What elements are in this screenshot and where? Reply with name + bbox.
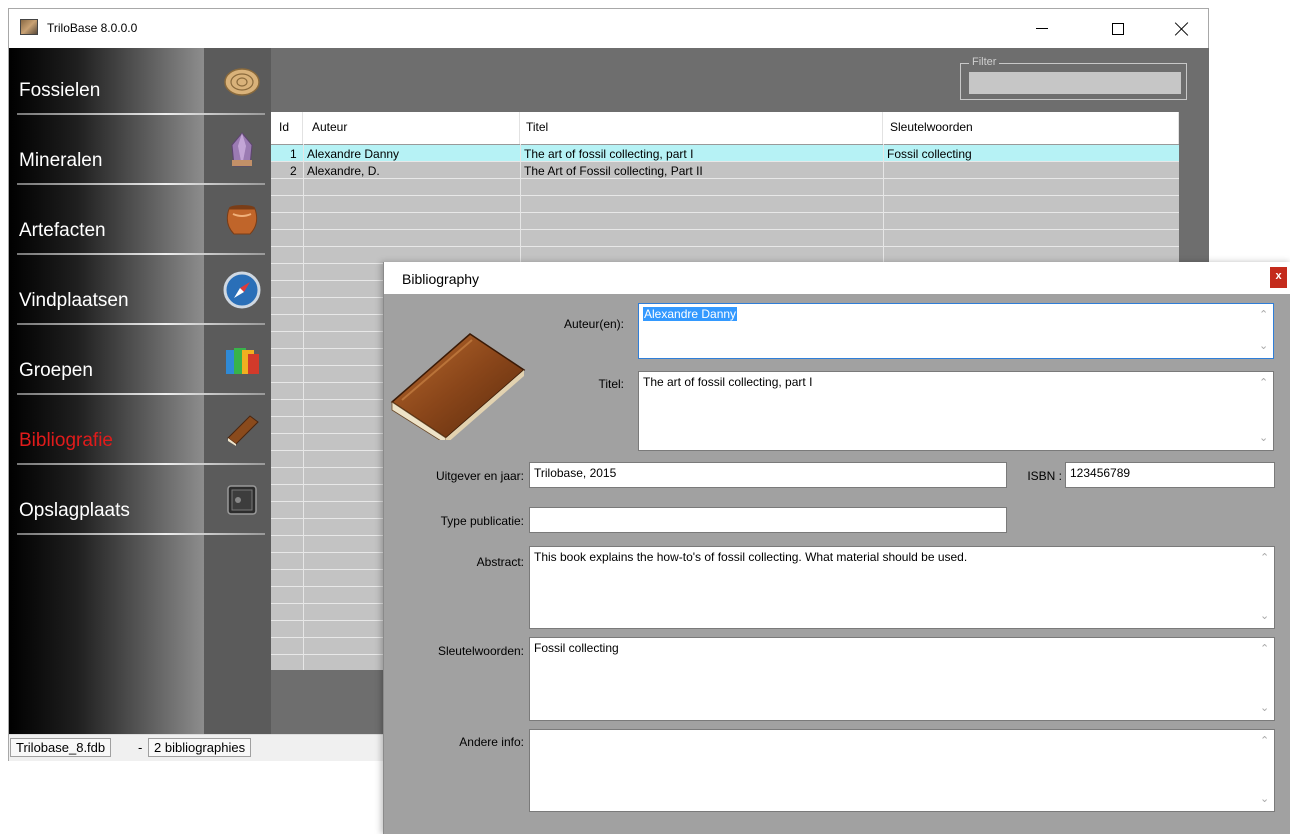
column-divider (303, 144, 304, 670)
nav-item-label: Artefacten (19, 220, 106, 241)
sleutelwoorden-value: Fossil collecting (534, 641, 619, 655)
abstract-label: Abstract: (476, 555, 524, 569)
column-header-label: Sleutelwoorden (890, 120, 973, 134)
nav-item-opslagplaats[interactable]: Opslagplaats (9, 468, 271, 538)
filter-label: Filter (969, 56, 1000, 68)
close-icon (1175, 22, 1189, 36)
column-header-label: Id (279, 120, 290, 134)
titel-value: The art of fossil collecting, part I (643, 375, 813, 389)
empty-table-row (271, 179, 1179, 196)
nav-item-label: Groepen (19, 360, 93, 381)
abstract-field[interactable]: This book explains the how-to's of fossi… (529, 546, 1275, 629)
nav-divider (17, 113, 265, 115)
nav-item-artefacten[interactable]: Artefacten (9, 188, 271, 258)
empty-table-row (271, 230, 1179, 247)
dialog-close-button[interactable]: x (1270, 267, 1287, 288)
maximize-button[interactable] (1095, 9, 1141, 48)
compass-icon (223, 271, 261, 309)
column-header-label: Auteur (312, 120, 348, 134)
auteur-label: Auteur(en): (563, 317, 624, 331)
cell-sleutelwoorden: Fossil collecting (887, 147, 972, 161)
filter-group: Filter (960, 56, 1187, 100)
folders-icon (226, 348, 259, 374)
auteur-scrollbar[interactable] (1255, 304, 1273, 358)
type-publicatie-field[interactable] (529, 507, 1007, 533)
andere-info-field[interactable] (529, 729, 1275, 812)
column-header-sleutelwoorden[interactable]: Sleutelwoorden (883, 112, 1179, 144)
uitgever-field[interactable]: Trilobase, 2015 (529, 462, 1007, 488)
andere-info-scrollbar[interactable] (1256, 730, 1274, 811)
auteur-field[interactable]: Alexandre Danny (638, 303, 1274, 359)
column-header-label: Titel (526, 120, 549, 134)
uitgever-label: Uitgever en jaar: (435, 469, 524, 483)
table-row[interactable]: 1 Alexandre Danny The art of fossil coll… (271, 145, 1179, 162)
bibliography-dialog: Bibliography x Auteur(en): Alexandre Dan… (383, 262, 1290, 834)
andere-info-label: Andere info: (459, 735, 524, 749)
cell-id: 1 (290, 147, 297, 161)
status-count: 2 bibliographies (148, 738, 252, 757)
nav-item-label: Bibliografie (19, 430, 113, 451)
filter-input[interactable] (969, 72, 1181, 94)
dialog-title-bar[interactable]: Bibliography x (384, 262, 1290, 294)
amethyst-crystal-icon (231, 132, 253, 167)
nav-divider (17, 183, 265, 185)
empty-table-row (271, 213, 1179, 230)
empty-table-row (271, 196, 1179, 213)
maximize-icon (1112, 22, 1124, 35)
table-header: Id Auteur Titel Sleutelwoorden (271, 112, 1179, 145)
cell-id: 2 (290, 164, 297, 178)
column-header-titel[interactable]: Titel (520, 112, 883, 144)
window-title: TriloBase 8.0.0.0 (47, 21, 138, 35)
nav-item-vindplaatsen[interactable]: Vindplaatsen (9, 258, 271, 328)
sleutelwoorden-field[interactable]: Fossil collecting (529, 637, 1275, 721)
trilobase-app-icon (20, 19, 38, 35)
sleutelwoorden-label: Sleutelwoorden: (437, 644, 524, 658)
abstract-scrollbar[interactable] (1256, 547, 1274, 628)
nav-item-label: Vindplaatsen (19, 290, 129, 311)
minimize-icon (1036, 28, 1048, 29)
dialog-title: Bibliography (402, 271, 480, 287)
column-header-auteur[interactable]: Auteur (303, 112, 520, 144)
status-separator: - (138, 740, 143, 755)
safe-icon (227, 485, 257, 515)
nav-item-groepen[interactable]: Groepen (9, 328, 271, 398)
type-publicatie-label: Type publicatie: (440, 514, 524, 528)
titel-field[interactable]: The art of fossil collecting, part I (638, 371, 1274, 451)
isbn-field[interactable]: 123456789 (1065, 462, 1275, 488)
book-icon (227, 415, 259, 446)
titel-label: Titel: (598, 377, 624, 391)
book-icon (390, 333, 526, 440)
column-header-id[interactable]: Id (271, 112, 303, 144)
nav-item-mineralen[interactable]: Mineralen (9, 118, 271, 188)
minimize-button[interactable] (1019, 9, 1065, 48)
nav-divider (17, 463, 265, 465)
nav-item-label: Opslagplaats (19, 500, 130, 521)
cell-titel: The Art of Fossil collecting, Part II (524, 164, 703, 178)
cell-titel: The art of fossil collecting, part I (524, 147, 694, 161)
table-row[interactable]: 2 Alexandre, D. The Art of Fossil collec… (271, 162, 1179, 179)
nav-divider (17, 533, 265, 535)
title-bar[interactable]: TriloBase 8.0.0.0 (9, 9, 1208, 48)
nav-item-bibliografie[interactable]: Bibliografie (9, 398, 271, 468)
abstract-value: This book explains the how-to's of fossi… (534, 550, 968, 564)
nav-item-label: Fossielen (19, 80, 101, 101)
status-file: Trilobase_8.fdb (10, 738, 112, 757)
nav-divider (17, 323, 265, 325)
isbn-label: ISBN : (1027, 469, 1062, 483)
cell-auteur: Alexandre Danny (307, 147, 400, 161)
nav-item-fossielen[interactable]: Fossielen (9, 48, 271, 118)
nav-item-label: Mineralen (19, 150, 103, 171)
pottery-vase-icon (226, 205, 258, 235)
titel-scrollbar[interactable] (1255, 372, 1273, 450)
cell-auteur: Alexandre, D. (307, 164, 380, 178)
nav-divider (17, 253, 265, 255)
close-button[interactable] (1159, 9, 1205, 48)
nav-divider (17, 393, 265, 395)
sleutelwoorden-scrollbar[interactable] (1256, 638, 1274, 720)
ammonite-icon (224, 68, 260, 96)
auteur-value: Alexandre Danny (643, 307, 738, 321)
